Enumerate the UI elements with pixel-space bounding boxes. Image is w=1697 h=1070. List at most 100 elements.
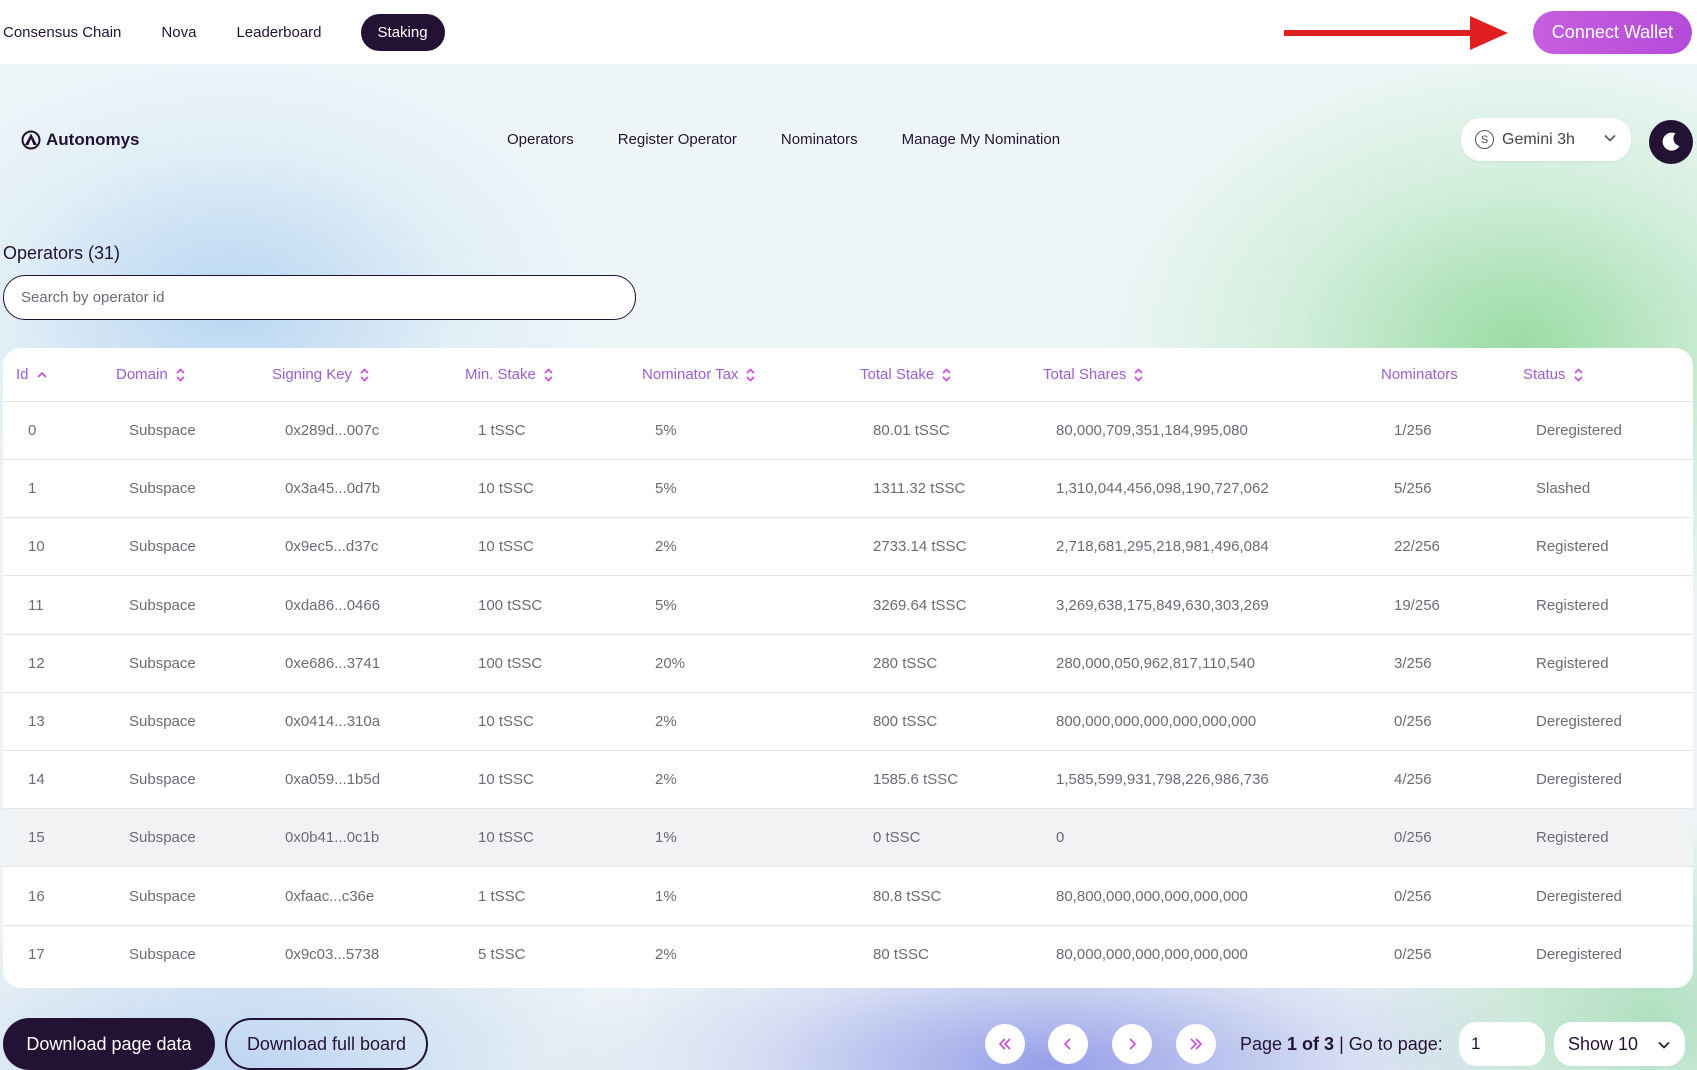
cell-id: 15 [28, 829, 45, 847]
table-row[interactable]: 1 Subspace 0x3a45...0d7b 10 tSSC 5% 1311.32 t… [3, 460, 1693, 519]
connect-wallet-button[interactable]: Connect Wallet [1533, 11, 1692, 54]
top-bar: Consensus Chain Nova Leaderboard Staking… [0, 0, 1697, 64]
next-page-button[interactable] [1112, 1024, 1152, 1064]
cell-min-stake: 1 tSSC [478, 422, 526, 439]
table-row[interactable]: 0 Subspace 0x289d...007c 1 tSSC 5% 80.01 tSSC… [3, 402, 1693, 460]
cell-total-stake: 80.8 tSSC [873, 887, 942, 905]
col-header-total-shares[interactable]: Total Shares [1043, 366, 1144, 383]
moon-icon [1662, 132, 1680, 151]
sort-icon [942, 367, 951, 382]
cell-id: 0 [28, 422, 37, 439]
autonomys-logo-icon [21, 130, 41, 150]
cell-nominators: 0/256 [1394, 829, 1432, 847]
network-label: Gemini 3h [1502, 130, 1575, 148]
cell-signing-key: 0xfaac...c36e [285, 887, 375, 905]
cell-total-shares: 80,000,709,351,184,995,080 [1056, 422, 1248, 439]
table-row[interactable]: 10 Subspace 0x9ec5...d37c 10 tSSC 2% 2733.14 … [3, 518, 1693, 577]
topnav-consensus-chain[interactable]: Consensus Chain [3, 15, 121, 50]
cell-nominators: 0/256 [1394, 713, 1432, 730]
cell-total-stake: 1311.32 tSSC [873, 480, 966, 498]
top-nav: Consensus Chain Nova Leaderboard Staking [0, 13, 485, 51]
cell-signing-key: 0x0414...310a [285, 713, 381, 730]
topnav-staking[interactable]: Staking [360, 13, 445, 51]
chevron-down-icon [1658, 1041, 1670, 1049]
cell-nominator-tax: 1% [655, 829, 677, 847]
cell-status: Deregistered [1536, 771, 1622, 789]
operators-table: Id Domain Signing Key Min. Stake Nominat… [3, 348, 1693, 988]
cell-domain: Subspace [129, 480, 196, 498]
col-header-id[interactable]: Id [16, 366, 48, 383]
cell-total-stake: 3269.64 tSSC [873, 596, 967, 614]
subnav-nominators[interactable]: Nominators [781, 131, 858, 148]
subnav-register-operator[interactable]: Register Operator [618, 131, 737, 148]
brand-logo[interactable]: Autonomys [21, 130, 140, 150]
subnav-manage-my-nomination[interactable]: Manage My Nomination [902, 131, 1060, 148]
sort-icon [544, 367, 553, 382]
topnav-leaderboard[interactable]: Leaderboard [236, 15, 321, 50]
cell-status: Slashed [1536, 480, 1591, 498]
cell-min-stake: 5 tSSC [478, 945, 526, 963]
cell-domain: Subspace [129, 422, 196, 439]
download-page-data-button[interactable]: Download page data [3, 1018, 215, 1070]
cell-min-stake: 10 tSSC [478, 480, 534, 498]
cell-min-stake: 100 tSSC [478, 596, 543, 614]
page-current: 1 of 3 [1287, 1034, 1335, 1054]
cell-total-stake: 0 tSSC [873, 829, 921, 847]
cell-id: 13 [28, 713, 45, 730]
table-row[interactable]: 11 Subspace 0xda86...0466 100 tSSC 5% 3269.64… [3, 577, 1693, 635]
table-row[interactable]: 14 Subspace 0xa059...1b5d 10 tSSC 2% 1585.6 t… [3, 751, 1693, 810]
cell-total-shares: 80,000,000,000,000,000,000 [1056, 945, 1248, 963]
cell-id: 10 [28, 538, 45, 556]
operators-title: Operators (31) [3, 243, 121, 263]
cell-nominators: 0/256 [1394, 945, 1432, 963]
cell-status: Registered [1536, 829, 1609, 847]
sort-icon [360, 367, 369, 382]
search-operator-input[interactable] [3, 275, 636, 320]
theme-toggle-button[interactable] [1649, 120, 1693, 164]
cell-nominators: 4/256 [1394, 771, 1432, 789]
topnav-nova[interactable]: Nova [161, 15, 196, 50]
prev-page-button[interactable] [1048, 1024, 1088, 1064]
cell-min-stake: 1 tSSC [478, 887, 526, 905]
table-row[interactable]: 13 Subspace 0x0414...310a 10 tSSC 2% 800 tSSC… [3, 693, 1693, 751]
cell-total-stake: 280 tSSC [873, 654, 938, 672]
main-area: Autonomys Operators Register Operator No… [0, 64, 1697, 1070]
cell-min-stake: 10 tSSC [478, 771, 534, 789]
col-header-total-stake[interactable]: Total Stake [860, 366, 952, 383]
cell-total-stake: 800 tSSC [873, 713, 938, 730]
cell-id: 14 [28, 771, 45, 789]
cell-nominators: 0/256 [1394, 887, 1432, 905]
subnav-operators[interactable]: Operators [507, 131, 574, 148]
cell-id: 17 [28, 945, 45, 963]
chevron-down-icon [1604, 134, 1616, 142]
cell-signing-key: 0xda86...0466 [285, 596, 381, 614]
col-header-signing-key[interactable]: Signing Key [272, 366, 370, 383]
first-page-button[interactable] [985, 1024, 1025, 1064]
last-page-button[interactable] [1176, 1024, 1216, 1064]
cell-id: 1 [28, 480, 37, 498]
page-size-select[interactable]: Show 10 [1554, 1022, 1685, 1066]
sort-asc-icon [36, 371, 47, 378]
cell-min-stake: 10 tSSC [478, 538, 534, 556]
cell-signing-key: 0x9c03...5738 [285, 945, 380, 963]
col-header-domain[interactable]: Domain [116, 366, 186, 383]
table-row[interactable]: 16 Subspace 0xfaac...c36e 1 tSSC 1% 80.8 tSSC… [3, 868, 1693, 926]
cell-id: 16 [28, 887, 45, 905]
network-selector[interactable]: S Gemini 3h [1461, 118, 1631, 161]
table-row[interactable]: 15 Subspace 0x0b41...0c1b 10 tSSC 1% 0 tSSC 0 0… [3, 809, 1693, 868]
cell-nominators: 1/256 [1394, 422, 1432, 439]
table-row[interactable]: 12 Subspace 0xe686...3741 100 tSSC 20% 280 tS… [3, 635, 1693, 693]
cell-total-stake: 80.01 tSSC [873, 422, 950, 439]
col-header-nominator-tax[interactable]: Nominator Tax [642, 366, 756, 383]
download-full-board-button[interactable]: Download full board [225, 1018, 428, 1070]
cell-nominator-tax: 5% [655, 480, 677, 498]
table-row[interactable]: 17 Subspace 0x9c03...5738 5 tSSC 2% 80 tSSC 80… [3, 926, 1693, 984]
sub-nav: Operators Register Operator Nominators M… [507, 131, 1104, 148]
cell-nominator-tax: 2% [655, 771, 677, 789]
goto-page-input[interactable] [1459, 1022, 1545, 1066]
cell-total-stake: 1585.6 tSSC [873, 771, 959, 789]
col-header-min-stake[interactable]: Min. Stake [465, 366, 554, 383]
col-header-status[interactable]: Status [1523, 366, 1584, 383]
cell-total-shares: 0 [1056, 829, 1065, 847]
cell-nominator-tax: 2% [655, 538, 677, 556]
